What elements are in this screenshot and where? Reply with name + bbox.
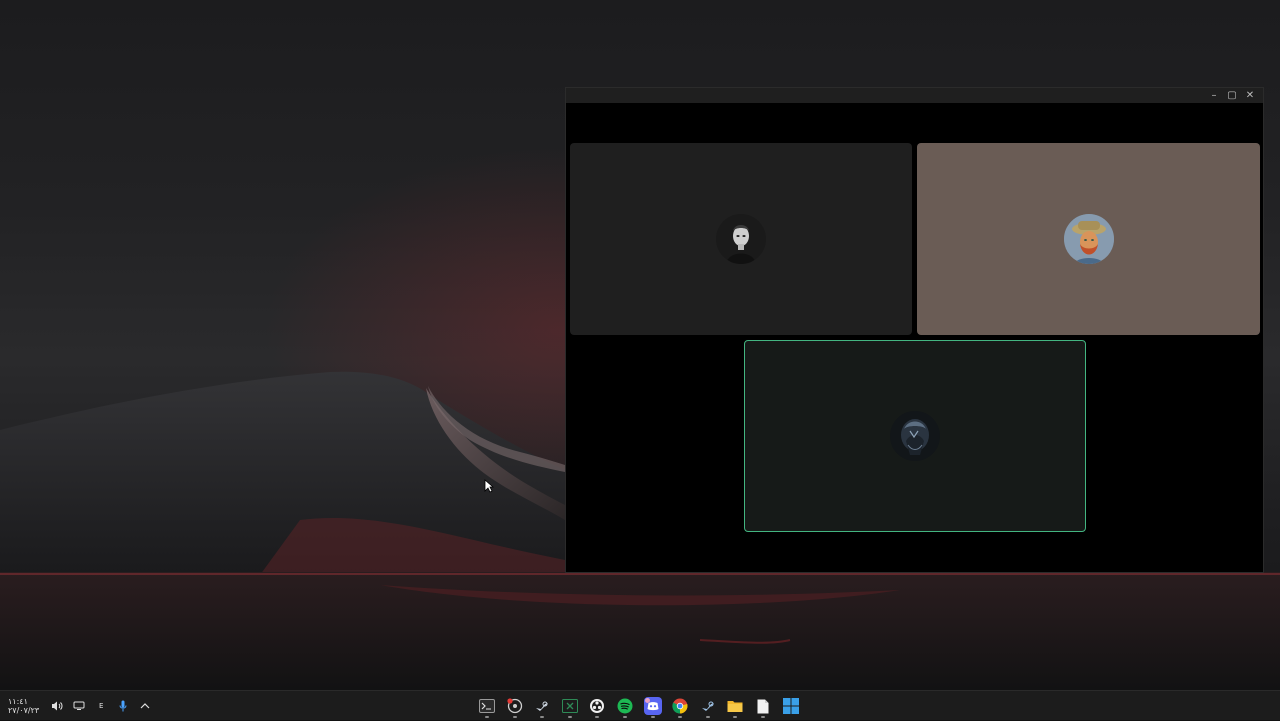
volume-icon[interactable] xyxy=(49,691,65,721)
participant-tile[interactable] xyxy=(917,143,1260,335)
obs-app-icon[interactable] xyxy=(586,693,608,719)
spotify-app-icon[interactable] xyxy=(614,693,636,719)
window-controls: – ▢ ✕ xyxy=(1205,88,1259,103)
bw-portrait-avatar xyxy=(716,214,766,264)
clock-date: ٢٧/٠٧/٢٣ xyxy=(8,706,40,715)
van-gogh-avatar xyxy=(1063,214,1114,264)
participant-tile[interactable] xyxy=(570,143,912,335)
microphone-icon[interactable] xyxy=(115,691,131,721)
terminal-app-icon[interactable] xyxy=(476,693,498,719)
network-icon[interactable] xyxy=(71,691,87,721)
notepad-app-icon[interactable] xyxy=(752,693,774,719)
start-button-icon[interactable] xyxy=(780,693,802,719)
excel-app-icon[interactable] xyxy=(559,693,581,719)
clock-time: ١١:٤١ xyxy=(8,697,28,706)
discord-app-icon[interactable] xyxy=(642,693,664,719)
chrome-app-icon[interactable] xyxy=(669,693,691,719)
dark-figure-avatar xyxy=(890,411,940,461)
file-explorer-app-icon[interactable] xyxy=(724,693,746,719)
minimize-button[interactable]: – xyxy=(1205,88,1223,103)
language-indicator[interactable]: E xyxy=(93,691,109,721)
taskbar: ١١:٤١ ٢٧/٠٧/٢٣ E xyxy=(0,690,1280,720)
voice-call-window: – ▢ ✕ xyxy=(565,87,1264,573)
window-titlebar[interactable]: – ▢ ✕ xyxy=(566,88,1263,103)
steam-app-icon[interactable] xyxy=(531,693,553,719)
chevron-up-icon[interactable] xyxy=(137,691,153,721)
participant-tile-speaking[interactable] xyxy=(744,340,1086,532)
close-button[interactable]: ✕ xyxy=(1241,88,1259,103)
system-tray: ١١:٤١ ٢٧/٠٧/٢٣ E xyxy=(8,691,159,721)
steam-alt-app-icon[interactable] xyxy=(697,693,719,719)
clock[interactable]: ١١:٤١ ٢٧/٠٧/٢٣ xyxy=(8,697,39,715)
recording-app-icon[interactable] xyxy=(504,693,526,719)
maximize-button[interactable]: ▢ xyxy=(1223,88,1241,103)
pinned-apps xyxy=(476,691,807,721)
